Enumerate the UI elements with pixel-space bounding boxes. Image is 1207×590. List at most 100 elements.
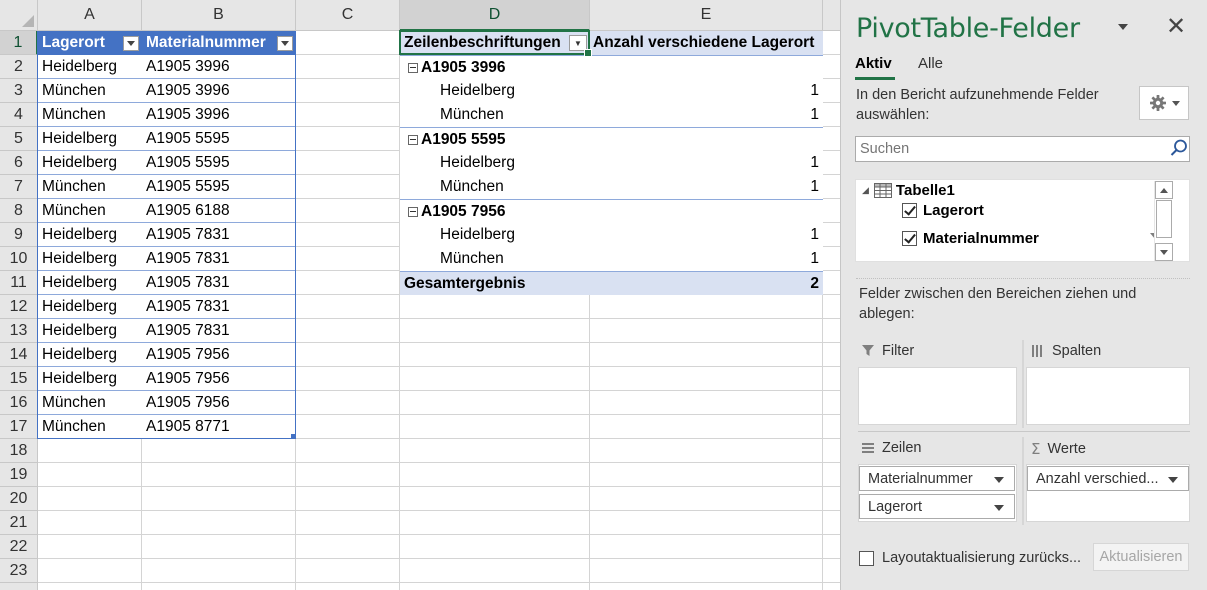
filter-dropdown-icon[interactable] <box>123 36 139 51</box>
pivot-group-value[interactable] <box>590 127 823 151</box>
table-cell[interactable]: Heidelberg <box>38 319 142 343</box>
table-cell[interactable]: München <box>38 175 142 199</box>
collapse-icon[interactable] <box>408 62 418 73</box>
column-header-c[interactable]: C <box>296 0 400 31</box>
row-header-12[interactable]: 12 <box>0 295 38 319</box>
row-header-16[interactable]: 16 <box>0 391 38 415</box>
row-header-20[interactable]: 20 <box>0 487 38 511</box>
tab-aktiv[interactable]: Aktiv <box>855 55 892 72</box>
collapse-icon[interactable] <box>408 134 418 145</box>
table-cell[interactable]: A1905 7831 <box>142 295 296 319</box>
table-cell[interactable]: Heidelberg <box>38 343 142 367</box>
collapse-icon[interactable]: ◢ <box>862 185 869 196</box>
table-cell[interactable]: Heidelberg <box>38 127 142 151</box>
pivot-item-value[interactable]: 1 <box>590 223 823 247</box>
table-cell[interactable]: München <box>38 391 142 415</box>
table-header-lagerort[interactable]: Lagerort <box>38 31 142 55</box>
row-header-2[interactable]: 2 <box>0 55 38 79</box>
pivot-item-value[interactable]: 1 <box>590 79 823 103</box>
search-input[interactable] <box>855 136 1190 162</box>
table-cell[interactable]: Heidelberg <box>38 151 142 175</box>
row-header-18[interactable]: 18 <box>0 439 38 463</box>
table-cell[interactable]: Heidelberg <box>38 367 142 391</box>
column-header-e[interactable]: E <box>590 0 823 31</box>
table-cell[interactable]: Heidelberg <box>38 223 142 247</box>
pivot-item-row[interactable]: Heidelberg <box>400 79 590 103</box>
table-cell[interactable]: A1905 6188 <box>142 199 296 223</box>
rows-field-lagerort[interactable]: Lagerort <box>859 494 1015 519</box>
table-cell[interactable]: Heidelberg <box>38 295 142 319</box>
row-header-21[interactable]: 21 <box>0 511 38 535</box>
scroll-up-icon[interactable] <box>1155 181 1173 199</box>
table-cell[interactable]: A1905 7956 <box>142 391 296 415</box>
values-field-anzahl[interactable]: Anzahl verschied... <box>1027 466 1189 491</box>
columns-drop-area[interactable] <box>1026 367 1190 425</box>
select-all-corner[interactable] <box>0 0 38 31</box>
tools-button[interactable] <box>1139 86 1189 120</box>
table-cell[interactable]: A1905 5595 <box>142 127 296 151</box>
pivot-group-row[interactable]: A1905 3996 <box>400 55 590 79</box>
pivot-item-value[interactable]: 1 <box>590 103 823 127</box>
tab-alle[interactable]: Alle <box>918 55 943 72</box>
scroll-thumb[interactable] <box>1156 200 1172 238</box>
scroll-down-icon[interactable] <box>1155 243 1173 261</box>
field-checkbox-materialnummer[interactable] <box>902 231 917 246</box>
filter-dropdown-icon[interactable]: ▼ <box>569 35 587 51</box>
filter-drop-area[interactable] <box>858 367 1017 425</box>
table-cell[interactable]: A1905 5595 <box>142 175 296 199</box>
close-icon[interactable]: ✕ <box>1166 14 1186 38</box>
table-cell[interactable]: A1905 7831 <box>142 271 296 295</box>
row-header-14[interactable]: 14 <box>0 343 38 367</box>
pivot-group-value[interactable] <box>590 55 823 79</box>
row-header-7[interactable]: 7 <box>0 175 38 199</box>
table-cell[interactable]: A1905 3996 <box>142 79 296 103</box>
update-button[interactable]: Aktualisieren <box>1093 543 1189 571</box>
table-header-materialnummer[interactable]: Materialnummer <box>142 31 296 55</box>
table-cell[interactable]: A1905 7831 <box>142 223 296 247</box>
table-cell[interactable]: A1905 8771 <box>142 415 296 439</box>
row-header-10[interactable]: 10 <box>0 247 38 271</box>
pivot-item-row[interactable]: München <box>400 175 590 199</box>
pivot-item-row[interactable]: Heidelberg <box>400 223 590 247</box>
pivot-item-row[interactable]: Heidelberg <box>400 151 590 175</box>
table-cell[interactable]: Heidelberg <box>38 271 142 295</box>
table-cell[interactable]: A1905 7956 <box>142 367 296 391</box>
table-cell[interactable]: Heidelberg <box>38 247 142 271</box>
table-cell[interactable]: Heidelberg <box>38 55 142 79</box>
table-cell[interactable]: München <box>38 199 142 223</box>
table-cell[interactable]: A1905 5595 <box>142 151 296 175</box>
row-header-17[interactable]: 17 <box>0 415 38 439</box>
pivot-item-value[interactable]: 1 <box>590 175 823 199</box>
table-cell[interactable]: München <box>38 103 142 127</box>
row-header-15[interactable]: 15 <box>0 367 38 391</box>
pivot-item-row[interactable]: München <box>400 103 590 127</box>
column-header-f[interactable] <box>823 0 840 31</box>
pivot-item-value[interactable]: 1 <box>590 247 823 271</box>
column-header-a[interactable]: A <box>38 0 142 31</box>
pane-options-dropdown-icon[interactable] <box>1118 24 1128 30</box>
row-header-3[interactable]: 3 <box>0 79 38 103</box>
row-header-1[interactable]: 1 <box>0 31 38 55</box>
search-icon[interactable] <box>1170 139 1188 157</box>
row-header-4[interactable]: 4 <box>0 103 38 127</box>
field-item-materialnummer[interactable]: Materialnummer <box>902 230 1039 247</box>
row-header-9[interactable]: 9 <box>0 223 38 247</box>
table-resize-handle[interactable] <box>291 434 296 439</box>
defer-layout-checkbox[interactable] <box>859 550 874 566</box>
pivot-row-header[interactable]: Zeilenbeschriftungen ▼ <box>400 31 590 55</box>
chevron-down-icon[interactable] <box>994 477 1004 483</box>
pivot-group-value[interactable] <box>590 199 823 223</box>
pivot-item-value[interactable]: 1 <box>590 151 823 175</box>
row-header-13[interactable]: 13 <box>0 319 38 343</box>
table-cell[interactable]: A1905 7831 <box>142 319 296 343</box>
table-cell[interactable]: A1905 7831 <box>142 247 296 271</box>
row-header-11[interactable]: 11 <box>0 271 38 295</box>
field-list-scrollbar[interactable] <box>1154 181 1173 261</box>
field-item-lagerort[interactable]: Lagerort <box>902 202 984 219</box>
pivot-value-header[interactable]: Anzahl verschiedene Lagerort <box>590 31 823 55</box>
table-cell[interactable]: A1905 7956 <box>142 343 296 367</box>
row-header-19[interactable]: 19 <box>0 463 38 487</box>
pivot-total-label[interactable]: Gesamtergebnis <box>400 271 590 295</box>
chevron-down-icon[interactable] <box>994 505 1004 511</box>
pivot-group-row[interactable]: A1905 5595 <box>400 127 590 151</box>
